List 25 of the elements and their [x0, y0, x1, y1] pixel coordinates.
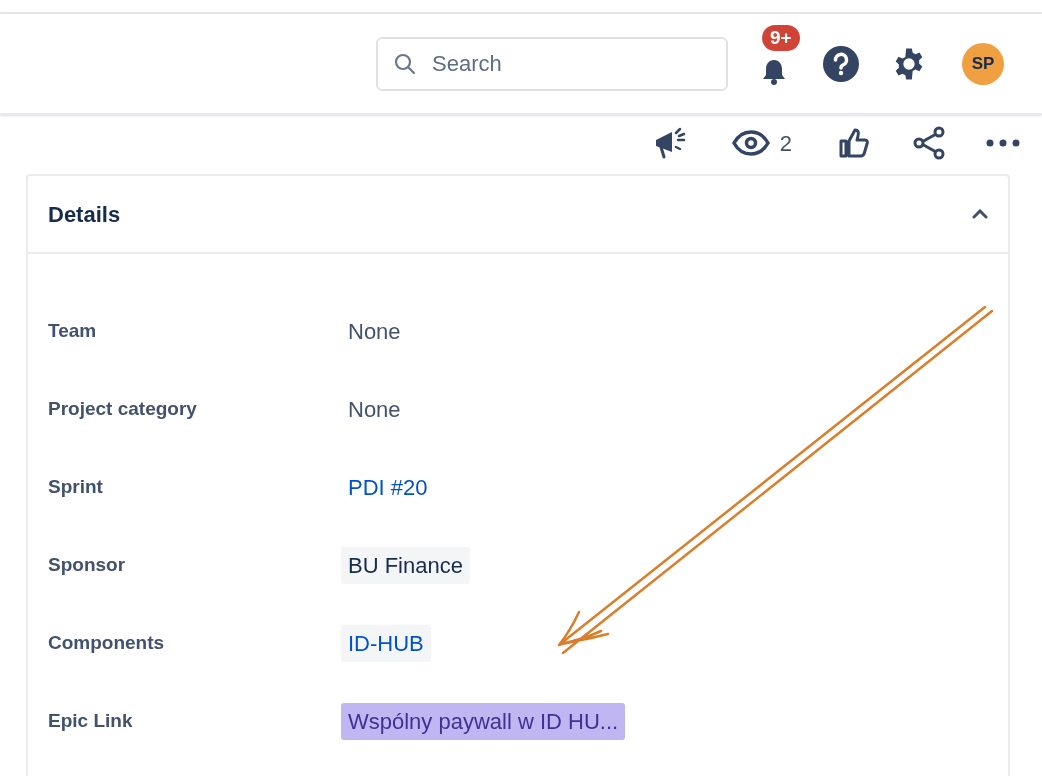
plain-value: None [348, 317, 401, 346]
field-label: Project category [48, 396, 198, 421]
notification-badge: 9+ [762, 24, 800, 51]
field-label: Epic Link [48, 708, 134, 733]
section-title: Details [48, 200, 121, 229]
chevron-icon[interactable] [972, 209, 988, 219]
tag: BU Finance [341, 546, 470, 584]
field-label: Sprint [48, 474, 104, 499]
eye-icon[interactable] [731, 130, 770, 156]
search-field[interactable]: Search [376, 36, 728, 91]
component-tag[interactable]: ID-HUB [341, 624, 431, 662]
search-icon [394, 52, 416, 75]
help-icon[interactable] [822, 44, 860, 83]
link[interactable]: PDI #20 [348, 470, 428, 504]
plain-value: None [348, 395, 401, 424]
epic-tag[interactable]: Wspólny paywall w ID HU... [341, 702, 626, 740]
details-header[interactable]: Details [28, 176, 1008, 254]
user-avatar[interactable]: SP [962, 42, 1004, 85]
field-label: Team [48, 318, 98, 343]
field-label: Components [48, 630, 166, 655]
share-icon[interactable] [912, 126, 946, 160]
more-icon[interactable] [986, 139, 1020, 147]
thumbs-up-icon[interactable] [838, 127, 870, 159]
watcher-count: 2 [779, 129, 792, 158]
field-label: Sponsor [48, 552, 127, 577]
